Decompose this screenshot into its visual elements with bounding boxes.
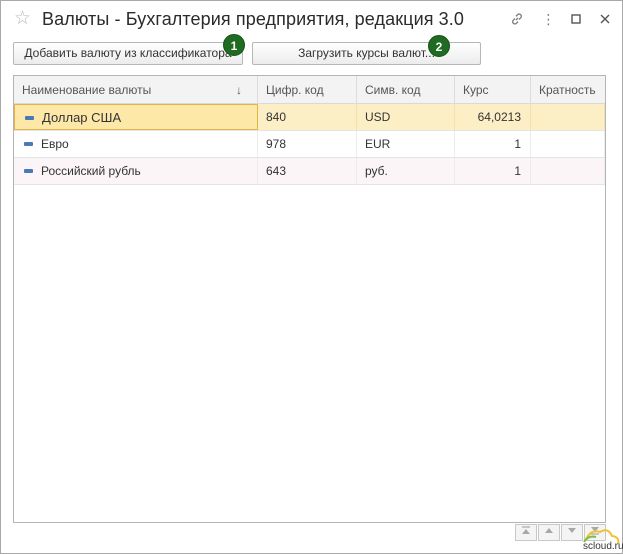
multiplicity-cell[interactable] <box>531 104 605 130</box>
multiplicity-cell[interactable] <box>531 158 605 184</box>
currency-table: Наименование валюты ↓ Цифр. код Симв. ко… <box>13 75 606 523</box>
item-icon <box>24 141 33 146</box>
window-title: Валюты - Бухгалтерия предприятия, редакц… <box>42 9 465 29</box>
column-header-code[interactable]: Цифр. код <box>258 76 357 104</box>
code-cell[interactable]: 643 <box>258 158 357 184</box>
name-cell[interactable]: Российский рубль <box>14 158 258 184</box>
symbol-cell[interactable]: USD <box>357 104 455 130</box>
rate-cell[interactable]: 1 <box>455 131 531 157</box>
currency-window: ☆ Валюты - Бухгалтерия предприятия, реда… <box>0 0 623 554</box>
link-icon[interactable] <box>508 10 526 28</box>
add-currency-from-classifier-button[interactable]: Добавить валюту из классификатора <box>13 42 243 65</box>
symbol-cell[interactable]: EUR <box>357 131 455 157</box>
item-icon <box>25 115 34 120</box>
favorite-star-icon[interactable]: ☆ <box>14 9 34 29</box>
table-header: Наименование валюты ↓ Цифр. код Симв. ко… <box>14 76 605 104</box>
code-cell[interactable]: 978 <box>258 131 357 157</box>
table-row[interactable]: Доллар США 840 USD 64,0213 <box>14 104 605 131</box>
code-cell[interactable]: 840 <box>258 104 357 130</box>
table-row[interactable]: Евро 978 EUR 1 <box>14 131 605 158</box>
maximize-icon[interactable] <box>567 10 585 28</box>
column-header-symbol[interactable]: Симв. код <box>357 76 455 104</box>
callout-badge-2: 2 <box>428 35 450 57</box>
currency-name: Евро <box>41 137 69 151</box>
brand-logo-text: scloud.ru <box>583 541 623 552</box>
item-icon <box>24 168 33 173</box>
currency-name: Российский рубль <box>41 164 141 178</box>
title-bar: ☆ Валюты - Бухгалтерия предприятия, реда… <box>1 1 622 39</box>
name-cell[interactable]: Доллар США <box>14 104 258 130</box>
multiplicity-cell[interactable] <box>531 131 605 157</box>
rate-cell[interactable]: 1 <box>455 158 531 184</box>
rate-cell[interactable]: 64,0213 <box>455 104 531 130</box>
sort-down-icon[interactable]: ↓ <box>236 76 242 104</box>
scroll-up-button[interactable] <box>538 524 560 541</box>
column-header-name[interactable]: Наименование валюты <box>14 76 258 104</box>
symbol-cell[interactable]: руб. <box>357 158 455 184</box>
column-header-multiplicity[interactable]: Кратность <box>531 76 605 104</box>
currency-name: Доллар США <box>42 110 122 125</box>
close-icon[interactable] <box>596 10 614 28</box>
callout-badge-1: 1 <box>223 34 245 56</box>
name-cell[interactable]: Евро <box>14 131 258 157</box>
scroll-to-top-button[interactable] <box>515 524 537 541</box>
column-header-rate[interactable]: Курс <box>455 76 531 104</box>
more-menu-icon[interactable]: ⋮ <box>540 10 558 28</box>
table-row[interactable]: Российский рубль 643 руб. 1 <box>14 158 605 185</box>
